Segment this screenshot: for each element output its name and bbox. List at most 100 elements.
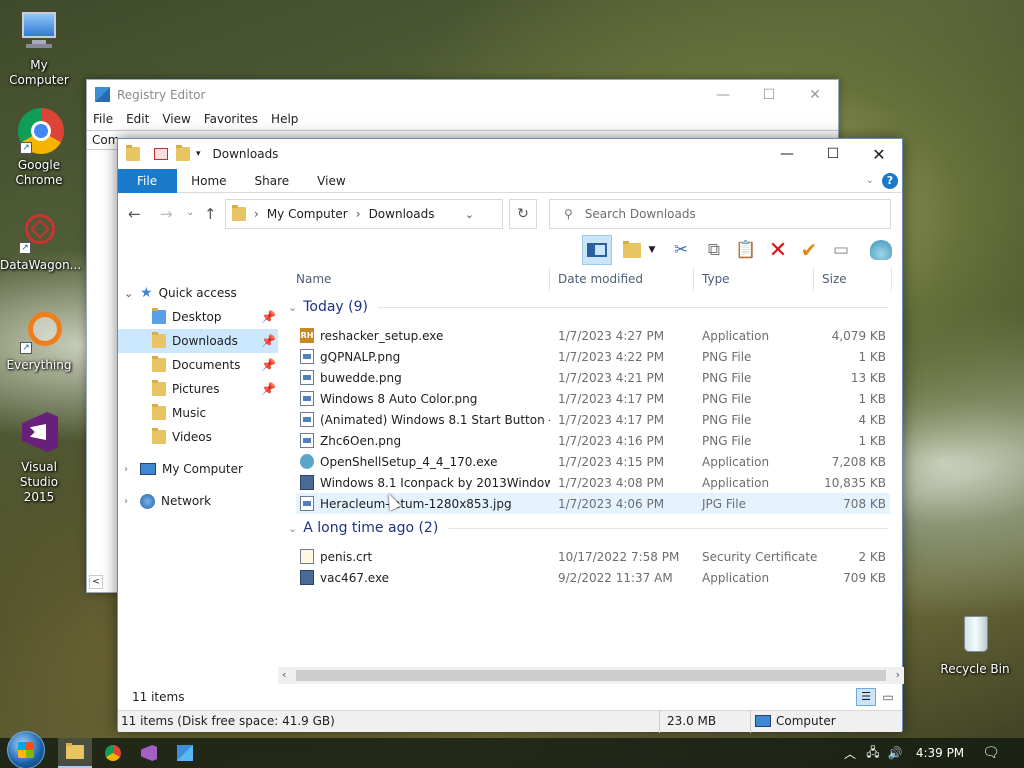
tab-share[interactable]: Share bbox=[241, 169, 304, 193]
visual-studio-icon bbox=[141, 745, 157, 761]
show-hidden-icons-button[interactable]: ︿ bbox=[842, 738, 858, 768]
volume-tray-icon[interactable]: 🔊 bbox=[886, 738, 904, 768]
delete-button[interactable]: ✕ bbox=[763, 235, 793, 265]
nav-desktop[interactable]: Desktop 📌 bbox=[118, 305, 278, 329]
select-button[interactable]: ▭ bbox=[826, 235, 856, 265]
help-icon[interactable]: ? bbox=[882, 172, 898, 189]
explorer-maximize-button[interactable]: ☐ bbox=[810, 139, 856, 169]
expand-chevron-icon[interactable]: › bbox=[124, 496, 140, 507]
pin-icon[interactable]: 📌 bbox=[261, 358, 276, 372]
group-header-long-ago[interactable]: ⌄ A long time ago (2) bbox=[288, 520, 888, 536]
desktop-icon-google-chrome[interactable]: ↗ Google Chrome bbox=[1, 108, 77, 188]
address-bar[interactable]: › My Computer › Downloads ⌄ bbox=[225, 199, 503, 229]
explorer-window[interactable]: ▾ Downloads — ☐ ✕ File Home Share View ⌄… bbox=[117, 138, 904, 733]
taskbar-chrome[interactable] bbox=[96, 738, 130, 768]
explorer-close-button[interactable]: ✕ bbox=[856, 139, 902, 169]
registry-menu-help[interactable]: Help bbox=[271, 112, 298, 126]
copy-button[interactable]: ⧉ bbox=[699, 235, 729, 265]
expand-chevron-icon[interactable]: ⌄ bbox=[124, 287, 140, 300]
file-row[interactable]: Zhc6Oen.png 1/7/2023 4:16 PM PNG File 1 KB bbox=[296, 430, 890, 451]
taskbar-explorer[interactable] bbox=[58, 738, 92, 768]
registry-menu-favorites[interactable]: Favorites bbox=[204, 112, 258, 126]
column-type[interactable]: Type bbox=[694, 267, 814, 291]
scroll-right-arrow-icon[interactable]: › bbox=[896, 668, 900, 681]
new-folder-icon[interactable] bbox=[176, 145, 190, 161]
file-row[interactable]: Windows 8 Auto Color.png 1/7/2023 4:17 PM… bbox=[296, 388, 890, 409]
customize-toolbar-chevron-icon[interactable]: ▾ bbox=[196, 149, 201, 159]
details-view-button[interactable]: ☰ bbox=[856, 688, 876, 706]
nav-network[interactable]: › Network bbox=[118, 489, 278, 513]
registry-maximize-button[interactable]: ☐ bbox=[746, 80, 792, 109]
address-dropdown-chevron-icon[interactable]: ⌄ bbox=[465, 208, 474, 221]
properties-dropdown-chevron-icon[interactable]: ▼ bbox=[646, 235, 658, 265]
registry-menu-edit[interactable]: Edit bbox=[126, 112, 149, 126]
group-label: A long time ago (2) bbox=[303, 520, 439, 536]
back-button[interactable]: ← bbox=[128, 205, 141, 223]
rename-button[interactable]: ✔ bbox=[794, 235, 824, 265]
file-row[interactable]: gQPNALP.png 1/7/2023 4:22 PM PNG File 1 KB bbox=[296, 346, 890, 367]
nav-pictures[interactable]: Pictures 📌 bbox=[118, 377, 278, 401]
registry-menu-view[interactable]: View bbox=[162, 112, 190, 126]
desktop-icon-datawagon[interactable]: ↗ DataWagon... bbox=[0, 208, 81, 273]
expand-ribbon-chevron-icon[interactable]: ⌄ bbox=[866, 175, 874, 186]
breadcrumb-my-computer[interactable]: My Computer bbox=[267, 207, 348, 221]
explorer-minimize-button[interactable]: — bbox=[764, 139, 810, 169]
desktop-icon-everything[interactable]: ↗ Everything bbox=[1, 308, 77, 373]
paste-button[interactable]: 📋 bbox=[731, 235, 761, 265]
column-name[interactable]: Name bbox=[288, 267, 550, 291]
forward-button[interactable]: → bbox=[160, 205, 173, 223]
file-row[interactable]: vac467.exe 9/2/2022 11:37 AM Application 70… bbox=[296, 567, 890, 588]
up-button[interactable]: ↑ bbox=[204, 205, 217, 223]
column-size[interactable]: Size bbox=[814, 267, 892, 291]
file-row[interactable]: buwedde.png 1/7/2023 4:21 PM PNG File 13 KB bbox=[296, 367, 890, 388]
pin-icon[interactable]: 📌 bbox=[261, 310, 276, 324]
taskbar-visual-studio[interactable] bbox=[132, 738, 166, 768]
desktop-icon-visual-studio[interactable]: Visual Studio 2015 bbox=[1, 410, 77, 505]
registry-minimize-button[interactable]: — bbox=[700, 80, 746, 109]
cut-button[interactable]: ✂ bbox=[666, 235, 696, 265]
nav-videos[interactable]: Videos bbox=[118, 425, 278, 449]
open-shell-button[interactable] bbox=[866, 235, 896, 265]
breadcrumb-downloads[interactable]: Downloads bbox=[369, 207, 435, 221]
nav-music[interactable]: Music bbox=[118, 401, 278, 425]
registry-close-button[interactable]: ✕ bbox=[792, 80, 838, 109]
expand-chevron-icon[interactable]: › bbox=[124, 464, 140, 475]
registry-menu-file[interactable]: File bbox=[93, 112, 113, 126]
properties-icon[interactable] bbox=[154, 148, 168, 160]
start-button[interactable] bbox=[4, 731, 48, 768]
pin-icon[interactable]: 📌 bbox=[261, 382, 276, 396]
pin-icon[interactable]: 📌 bbox=[261, 334, 276, 348]
file-date: 1/7/2023 4:15 PM bbox=[558, 454, 665, 469]
tab-view[interactable]: View bbox=[303, 169, 359, 193]
file-row[interactable]: OpenShellSetup_4_4_170.exe 1/7/2023 4:15 … bbox=[296, 451, 890, 472]
desktop-icon-recycle-bin[interactable]: Recycle Bin bbox=[937, 612, 1013, 677]
taskbar-registry-editor[interactable] bbox=[168, 738, 202, 768]
group-header-today[interactable]: ⌄ Today (9) bbox=[288, 299, 888, 315]
large-icons-view-button[interactable]: ▭ bbox=[878, 688, 898, 706]
preview-pane-button[interactable] bbox=[582, 235, 612, 265]
file-row[interactable]: RH reshacker_setup.exe 1/7/2023 4:27 PM App… bbox=[296, 325, 890, 346]
nav-downloads[interactable]: Downloads 📌 bbox=[118, 329, 278, 353]
nav-documents[interactable]: Documents 📌 bbox=[118, 353, 278, 377]
refresh-button[interactable]: ↻ bbox=[509, 199, 537, 229]
file-row[interactable]: (Animated) Windows 8.1 Start Button - P.… bbox=[296, 409, 890, 430]
nav-quick-access[interactable]: ⌄ ★ Quick access bbox=[118, 281, 278, 305]
recent-locations-chevron-icon[interactable]: ⌄ bbox=[186, 207, 194, 218]
tab-home[interactable]: Home bbox=[177, 169, 240, 193]
file-name: (Animated) Windows 8.1 Start Button - P.… bbox=[320, 412, 550, 427]
file-row[interactable]: Windows 8.1 Iconpack by 2013Windows8... 1… bbox=[296, 472, 890, 493]
scrollbar-thumb[interactable] bbox=[296, 670, 886, 681]
file-row[interactable]: penis.crt 10/17/2022 7:58 PM Security Cert… bbox=[296, 546, 890, 567]
network-tray-icon[interactable]: 🖧 bbox=[864, 738, 882, 768]
horizontal-scrollbar[interactable]: ‹ › bbox=[278, 667, 904, 684]
nav-my-computer[interactable]: › My Computer bbox=[118, 457, 278, 481]
registry-scroll-left-button[interactable]: < bbox=[89, 575, 103, 589]
scroll-left-arrow-icon[interactable]: ‹ bbox=[282, 668, 286, 681]
column-date-modified[interactable]: Date modified bbox=[550, 267, 694, 291]
action-center-icon[interactable]: 🗨 bbox=[978, 738, 1004, 768]
search-input[interactable]: ⚲ Search Downloads bbox=[549, 199, 891, 229]
tab-file[interactable]: File bbox=[118, 168, 178, 193]
file-date: 1/7/2023 4:16 PM bbox=[558, 433, 665, 448]
taskbar-clock[interactable]: 4:39 PM bbox=[910, 738, 970, 768]
desktop-icon-my-computer[interactable]: My Computer bbox=[1, 8, 77, 88]
